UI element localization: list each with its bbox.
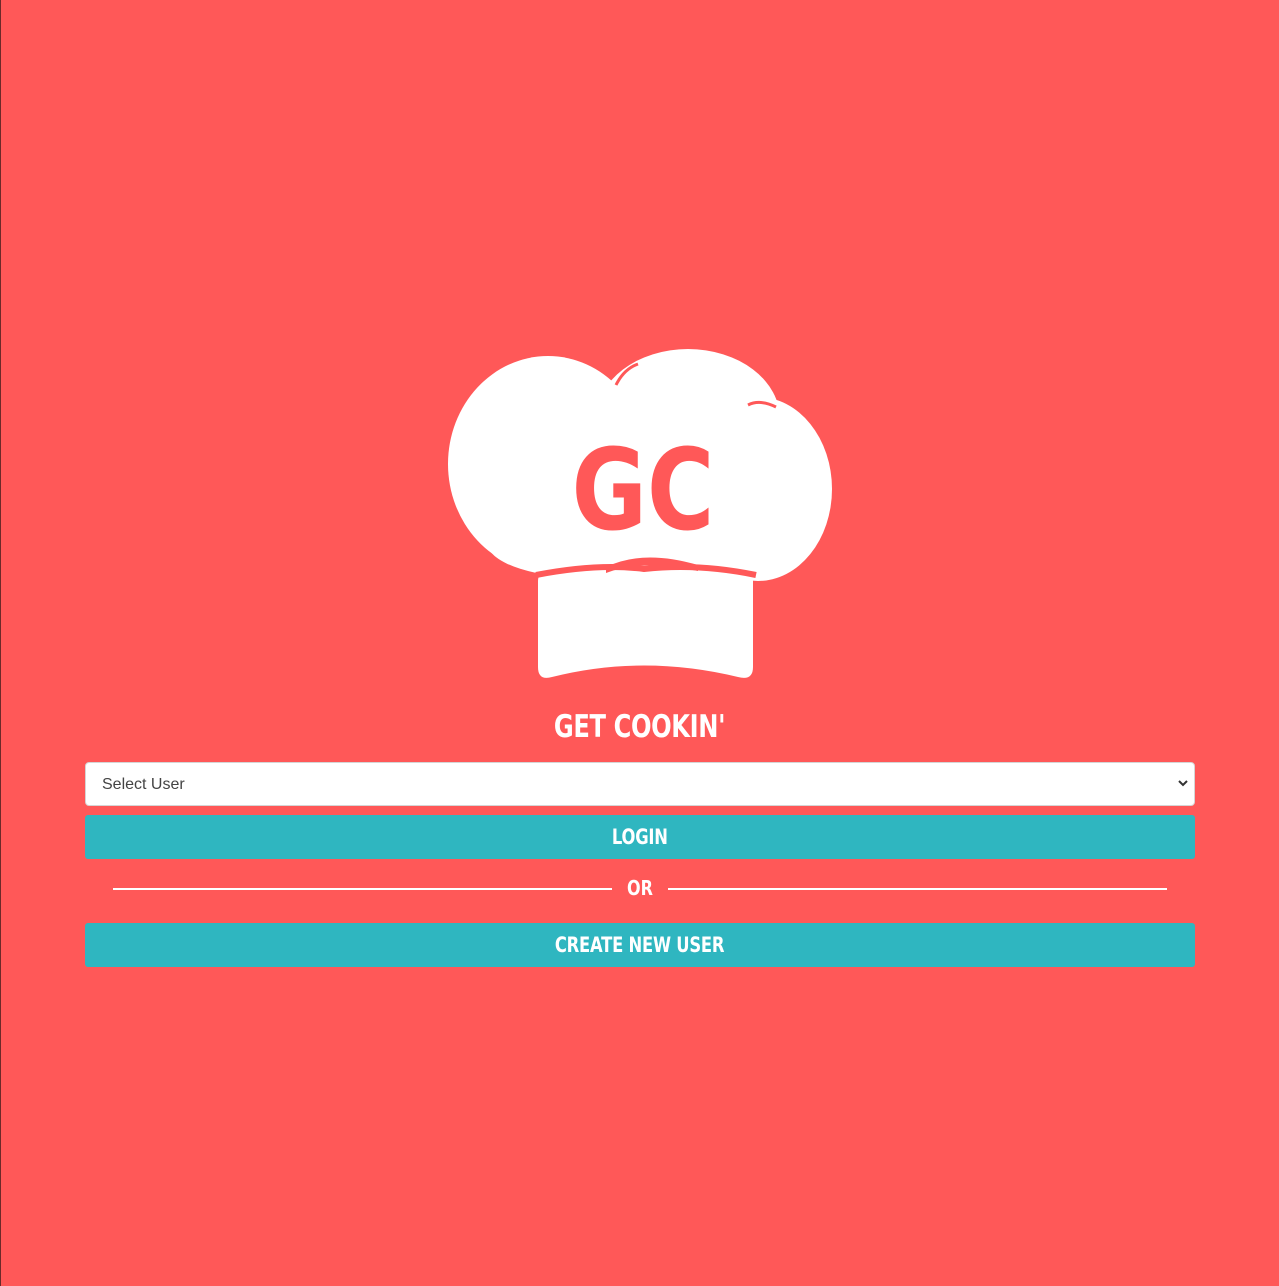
chef-hat-icon: GC [448, 349, 832, 678]
divider-line-right [668, 888, 1167, 890]
login-button[interactable]: LOGIN [85, 815, 1195, 859]
window-edge [0, 0, 1, 1286]
app-title: GET COOKIN' [553, 709, 726, 745]
create-new-user-button[interactable]: CREATE NEW USER [85, 923, 1195, 967]
logo-monogram: GC [572, 426, 715, 556]
user-select[interactable]: Select User [85, 762, 1195, 806]
login-button-label: LOGIN [612, 825, 668, 849]
chef-hat-logo: GC [448, 349, 832, 679]
create-new-user-button-label: CREATE NEW USER [555, 933, 725, 957]
divider-line-left [113, 888, 612, 890]
divider-or-text: OR [627, 876, 653, 900]
